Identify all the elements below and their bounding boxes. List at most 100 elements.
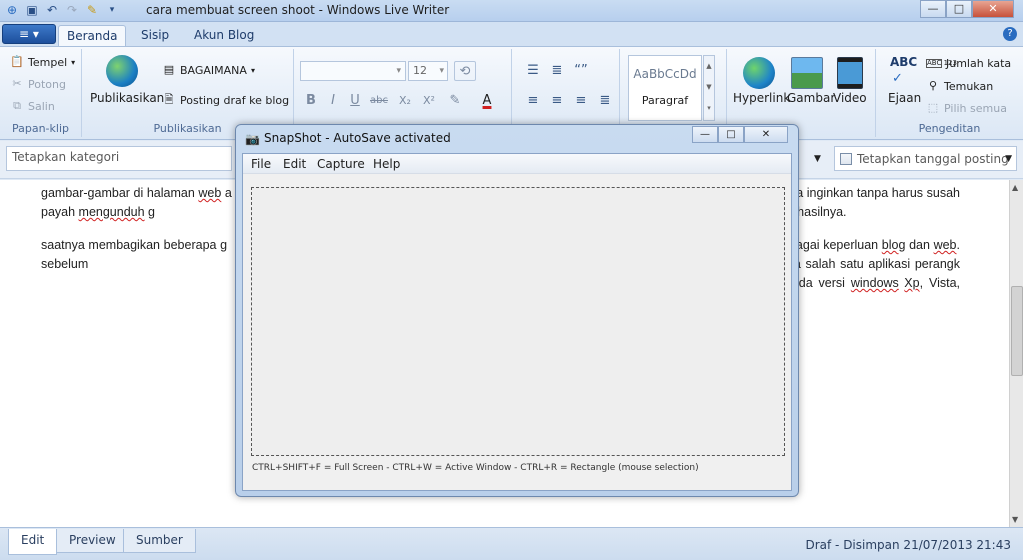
text-run: gambar-gambar di halaman [41,186,199,200]
style-preview: AaBbCcDd [633,67,697,81]
tab-beranda[interactable]: Beranda [58,25,127,46]
select-all-icon: ⬚ [927,101,939,114]
window-controls: — □ ✕ [920,0,1014,18]
text-run: a [221,186,232,200]
misspelled-word: windows [850,276,899,290]
publish-date-field[interactable]: Tetapkan tanggal posting ▼ [834,146,1017,171]
snapshot-window-controls: — □ ✕ [692,126,788,143]
select-all-button[interactable]: ⬚ Pilih semua [926,101,1007,115]
underline-button[interactable]: U [344,91,366,111]
clear-formatting-icon[interactable]: ⟲ [454,61,476,81]
blog-account-dropdown[interactable]: ▤ BAGAIMANA ▾ [162,63,255,77]
app-menu-button[interactable]: ≡ ▾ [2,24,56,44]
post-draft-button[interactable]: 🗎 Posting draf ke blog [162,93,290,107]
category-dropdown-icon[interactable]: ▼ [814,154,821,164]
copy-button[interactable]: ⧉ Salin [10,99,55,113]
strikethrough-button[interactable]: abc [368,91,390,111]
bullet-list-icon[interactable]: ☰ [522,61,544,81]
blockquote-icon[interactable]: “” [570,61,592,81]
minimize-button[interactable]: — [920,0,946,18]
style-gallery[interactable]: AaBbCcDd Paragraf [628,55,702,121]
snapshot-minimize-button[interactable]: — [692,126,718,143]
menu-file[interactable]: File [251,157,271,171]
misspelled-word: web [933,238,957,252]
scroll-up-icon[interactable]: ▲ [1012,183,1018,192]
window-title: cara membuat screen shoot - Windows Live… [146,3,450,17]
menu-capture[interactable]: Capture [317,157,365,171]
font-color-button[interactable]: A [476,91,498,111]
align-right-icon[interactable]: ≡ [570,91,592,111]
snapshot-title: SnapShot - AutoSave activated [264,131,451,145]
misspelled-word: web [198,186,222,200]
menu-help[interactable]: Help [373,157,400,171]
ribbon-tabs: ≡ ▾ Beranda Sisip Akun Blog ? [0,22,1023,46]
date-label: Tetapkan tanggal posting [857,151,1009,166]
italic-button[interactable]: I [322,91,344,111]
hyperlink-button[interactable]: Hyperlink [733,91,790,105]
word-count-label: Jumlah kata [946,57,1012,70]
category-input[interactable]: Tetapkan kategori [6,146,232,171]
font-size-select[interactable]: 12 ▾ [408,61,448,81]
redo-icon[interactable]: ↷ [64,2,80,18]
snapshot-maximize-button[interactable]: □ [718,126,744,143]
date-checkbox[interactable] [840,152,852,165]
text-run: dan [905,238,934,252]
paste-button[interactable]: 📋 Tempel ▾ [10,55,75,69]
binoculars-icon: ⚲ [928,79,938,92]
publish-button[interactable]: Publikasikan [90,91,164,105]
picture-icon[interactable] [791,57,823,89]
justify-icon[interactable]: ≣ [594,91,616,111]
numbered-list-icon[interactable]: ≣ [546,61,568,81]
save-icon[interactable]: ▣ [24,2,40,18]
save-status: Draf - Disimpan 21/07/2013 21:43 [805,538,1011,552]
align-left-icon[interactable]: ≡ [522,91,544,111]
spell-check-icon[interactable]: ABC [890,55,917,69]
snapshot-window: 📷 SnapShot - AutoSave activated — □ ✕ Fi… [235,124,799,497]
editor-scrollbar[interactable]: ▲ ▼ [1009,180,1023,527]
undo-icon[interactable]: ↶ [44,2,60,18]
superscript-button[interactable]: X² [418,91,440,111]
film-icon[interactable] [837,57,863,89]
scroll-thumb[interactable] [1011,286,1023,376]
globe-publish-icon[interactable] [106,55,138,87]
misspelled-word: Xp [904,276,920,290]
maximize-button[interactable]: □ [946,0,972,18]
tab-sisip[interactable]: Sisip [133,25,177,46]
help-icon[interactable]: ? [1003,27,1017,41]
subscript-button[interactable]: X₂ [394,91,416,111]
capture-preview-area[interactable] [251,187,785,456]
find-button[interactable]: ⚲ Temukan [926,79,993,93]
hyperlink-icon[interactable] [743,57,775,89]
highlight-icon[interactable]: ✎ [444,91,466,111]
title-bar: ⊕ ▣ ↶ ↷ ✎ ▾ cara membuat screen shoot - … [0,0,1023,22]
qat-more-icon[interactable]: ▾ [104,2,120,18]
picture-button[interactable]: Gambar [787,91,835,105]
shortcut-help-text: CTRL+SHIFT+F = Full Screen - CTRL+W = Ac… [252,463,699,473]
misspelled-word: mengunduh [78,205,145,219]
bold-button[interactable]: B [300,91,322,111]
tab-preview[interactable]: Preview [56,529,129,553]
font-family-select[interactable]: ▾ [300,61,406,81]
spell-check-button[interactable]: Ejaan [888,91,921,105]
paste-label: Tempel [28,55,68,69]
style-gallery-scroll[interactable]: ▲ ▼ ▾ [703,55,715,121]
misspelled-word: blog [881,238,906,252]
text-run: saatnya membagikan beberapa g [41,238,228,252]
align-center-icon[interactable]: ≡ [546,91,568,111]
close-button[interactable]: ✕ [972,0,1014,18]
video-button[interactable]: Video [833,91,867,105]
blog-account-label: BAGAIMANA [180,63,247,77]
word-count-icon: ABC 123 [926,59,957,68]
scroll-down-icon[interactable]: ▼ [1012,515,1018,524]
tab-edit[interactable]: Edit [8,529,58,555]
cut-button[interactable]: ✂ Potong [10,77,66,91]
tab-source[interactable]: Sumber [123,529,196,553]
tab-akun-blog[interactable]: Akun Blog [186,25,262,46]
snapshot-close-button[interactable]: ✕ [744,126,788,143]
word-count-button[interactable]: ABC 123 Jumlah kata [926,57,1011,70]
publish-icon[interactable]: ✎ [84,2,100,18]
menu-edit[interactable]: Edit [283,157,306,171]
group-label-editing: Pengeditan [918,122,981,135]
snapshot-client-area: File Edit Capture Help CTRL+SHIFT+F = Fu… [242,153,792,491]
date-dropdown-icon[interactable]: ▼ [1005,154,1012,164]
